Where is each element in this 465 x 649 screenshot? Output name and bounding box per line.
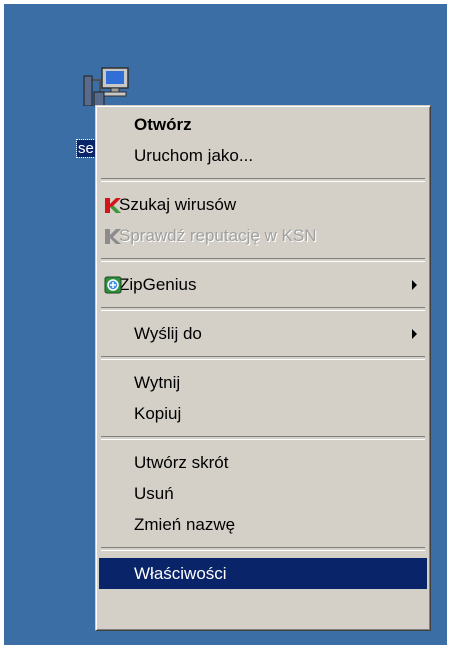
menu-item-label: Wytnij bbox=[134, 373, 181, 392]
menu-item-label: Szukaj wirusów bbox=[119, 195, 237, 214]
menu-separator bbox=[101, 436, 425, 440]
menu-item-rename[interactable]: Zmień nazwę bbox=[99, 509, 427, 540]
menu-item-check-reputation-ksn[interactable]: Sprawdź reputację w KSN bbox=[99, 220, 427, 251]
menu-separator bbox=[101, 258, 425, 262]
menu-separator bbox=[101, 178, 425, 182]
menu-item-copy[interactable]: Kopiuj bbox=[99, 398, 427, 429]
menu-separator bbox=[101, 356, 425, 360]
menu-item-label: ZipGenius bbox=[119, 275, 197, 294]
menu-item-properties[interactable]: Właściwości bbox=[99, 558, 427, 589]
submenu-arrow-icon bbox=[412, 280, 417, 290]
menu-item-label: Właściwości bbox=[134, 564, 227, 583]
menu-separator bbox=[101, 547, 425, 551]
menu-item-label: Zmień nazwę bbox=[134, 515, 236, 534]
menu-item-run-as[interactable]: Uruchom jako... bbox=[99, 140, 427, 171]
menu-item-label: Uruchom jako... bbox=[134, 146, 254, 165]
menu-item-open[interactable]: Otwórz bbox=[99, 109, 427, 140]
menu-item-send-to[interactable]: Wyślij do bbox=[99, 318, 427, 349]
menu-item-cut[interactable]: Wytnij bbox=[99, 367, 427, 398]
desktop-shortcut-label[interactable]: se bbox=[76, 139, 98, 158]
menu-item-delete[interactable]: Usuń bbox=[99, 478, 427, 509]
desktop-shortcut[interactable]: se bbox=[76, 66, 136, 158]
menu-item-label: Otwórz bbox=[134, 115, 192, 134]
kaspersky-red-icon bbox=[105, 198, 121, 213]
menu-item-zipgenius[interactable]: ZipGenius bbox=[99, 269, 427, 300]
menu-item-scan-viruses[interactable]: Szukaj wirusów bbox=[99, 189, 427, 220]
menu-item-label: Usuń bbox=[134, 484, 174, 503]
zipgenius-icon bbox=[104, 276, 122, 294]
submenu-arrow-icon bbox=[412, 329, 417, 339]
menu-item-label: Utwórz skrót bbox=[134, 453, 229, 472]
menu-item-label: Sprawdź reputację w KSN bbox=[119, 226, 317, 245]
kaspersky-gray-icon bbox=[105, 229, 121, 244]
menu-item-create-shortcut[interactable]: Utwórz skrót bbox=[99, 447, 427, 478]
menu-separator bbox=[101, 307, 425, 311]
network-computer-icon bbox=[83, 67, 129, 106]
context-menu: Otwórz Uruchom jako... Szukaj wirusów Sp… bbox=[95, 105, 431, 631]
menu-item-label: Wyślij do bbox=[134, 324, 202, 343]
menu-item-label: Kopiuj bbox=[134, 404, 182, 423]
